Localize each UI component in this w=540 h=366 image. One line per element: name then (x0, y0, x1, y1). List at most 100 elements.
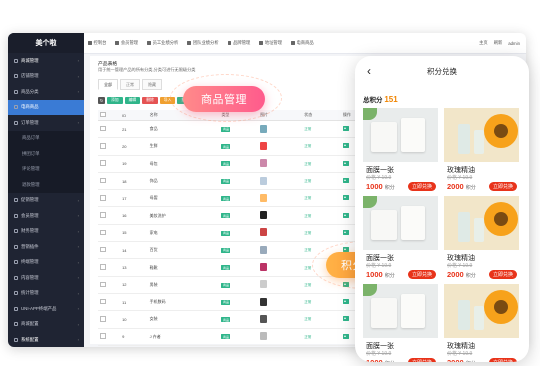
sidebar-item[interactable]: 系统配置 › (8, 332, 84, 347)
row-checkbox[interactable] (100, 212, 106, 218)
filter-tab[interactable]: 隐藏 (142, 79, 162, 90)
redeem-button[interactable]: 立即兑换 (488, 358, 517, 362)
row-checkbox-cell[interactable] (98, 328, 121, 346)
row-checkbox[interactable] (100, 160, 106, 166)
sidebar-item-label: 内容管理 (21, 274, 39, 280)
row-checkbox[interactable] (100, 177, 106, 184)
row-checkbox[interactable] (100, 316, 106, 322)
top-nav-item[interactable]: 团队业绩分析 (187, 40, 219, 46)
row-checkbox[interactable] (100, 333, 106, 339)
reward-points: 1000积分 (366, 358, 395, 362)
reward-card[interactable]: 面膜一张价格 ¥ 19.91000积分立即兑换 (363, 108, 438, 194)
top-nav-item[interactable]: 品牌管理 (227, 40, 250, 46)
row-checkbox[interactable] (100, 281, 106, 288)
top-nav-item[interactable]: 地址管理 (259, 40, 282, 46)
row-checkbox-cell[interactable] (98, 172, 121, 191)
sidebar-item[interactable]: 商城管理 › (8, 53, 84, 69)
edit-button[interactable] (342, 229, 349, 235)
sidebar-item[interactable]: 内容管理 › (8, 270, 84, 286)
sidebar-item[interactable]: 电商商品 (8, 99, 84, 115)
row-checkbox-cell[interactable] (98, 206, 121, 225)
top-nav-item[interactable]: 会员管理 (115, 40, 138, 46)
edit-button[interactable] (342, 299, 349, 305)
cell-type: 商品 (219, 328, 259, 346)
toolbar-button[interactable]: 添加 (107, 97, 123, 104)
cell-name: 百货 (147, 241, 220, 260)
sidebar-item[interactable]: 财务管理 › (8, 224, 84, 240)
row-checkbox-cell[interactable] (98, 137, 121, 156)
row-checkbox[interactable] (100, 143, 106, 149)
sidebar-item[interactable]: 拼团订单 (8, 146, 84, 162)
filter-tab[interactable]: 正常 (120, 79, 140, 90)
select-all-checkbox[interactable] (100, 111, 106, 118)
top-nav-item[interactable]: 电商商品 (291, 40, 314, 46)
reward-card[interactable]: 玫瑰精油价格 ¥ 19.92000积分立即兑换 (444, 108, 519, 194)
edit-button[interactable] (342, 195, 349, 201)
row-checkbox-cell[interactable] (98, 293, 121, 312)
user-menu[interactable]: admin (508, 41, 520, 46)
sidebar-item[interactable]: 促销管理 › (8, 193, 84, 209)
sidebar-item[interactable]: 终端管理 › (8, 255, 84, 271)
row-checkbox-cell[interactable] (98, 189, 121, 208)
row-checkbox[interactable] (100, 264, 106, 270)
row-checkbox[interactable] (100, 125, 106, 132)
edit-button[interactable] (342, 126, 349, 132)
edit-button[interactable] (342, 178, 349, 184)
top-nav-item[interactable]: 员工业绩分析 (147, 40, 178, 46)
cell-status: 正常 (302, 120, 341, 139)
edit-button[interactable] (342, 143, 349, 149)
reward-card[interactable]: 面膜一张价格 ¥ 19.91000积分立即兑换 (363, 196, 438, 282)
column-header[interactable] (98, 110, 121, 121)
row-checkbox-cell[interactable] (98, 224, 121, 243)
sidebar-item[interactable]: 商品分类 › (8, 84, 84, 100)
row-checkbox-cell[interactable] (98, 276, 121, 294)
filter-tab[interactable]: 全部 (98, 79, 118, 90)
sidebar-item[interactable]: 统计管理 › (8, 286, 84, 302)
home-link[interactable]: 主页 (479, 40, 488, 46)
redeem-button[interactable]: 立即兑换 (488, 182, 517, 191)
cell-image (258, 328, 303, 346)
row-checkbox-cell[interactable] (98, 310, 121, 329)
refresh-button[interactable]: ↻ (98, 97, 105, 104)
phone-mockup: ‹ 积分兑换 总积分 151 面膜一张 价格 ¥ 19.9 1000 积分 立即兑换 玫瑰… (355, 56, 529, 362)
cell-status: 正常 (302, 293, 341, 312)
row-checkbox[interactable] (100, 195, 106, 201)
sidebar-item[interactable]: 评论管理 (8, 161, 84, 177)
reward-card[interactable]: 面膜一张价格 ¥ 19.91000积分立即兑换 (363, 284, 438, 362)
edit-button[interactable] (342, 333, 349, 339)
edit-button[interactable] (342, 160, 349, 166)
row-checkbox-cell[interactable] (98, 258, 121, 277)
edit-button[interactable] (342, 212, 349, 218)
sidebar-item[interactable]: 商品订单 (8, 130, 84, 146)
row-checkbox-cell[interactable] (98, 241, 121, 260)
toolbar-button[interactable]: 编辑 (124, 97, 141, 104)
sidebar-item[interactable]: 退款管理 (8, 177, 84, 193)
row-checkbox-cell[interactable] (98, 120, 121, 139)
reward-card[interactable]: 玫瑰精油价格 ¥ 19.92000积分立即兑换 (444, 284, 519, 362)
top-nav-item[interactable]: 控制台 (88, 40, 106, 46)
toolbar-button[interactable]: 删除 (142, 97, 158, 104)
edit-button[interactable] (342, 316, 349, 322)
redeem-button[interactable]: 立即兑换 (488, 270, 517, 279)
sidebar-item[interactable]: 会员管理 › (8, 208, 84, 224)
sidebar-item[interactable]: 营销插件 › (8, 239, 84, 255)
refresh-link[interactable]: 刷新 (494, 40, 503, 46)
redeem-button[interactable]: 立即兑换 (407, 182, 436, 191)
redeem-button[interactable]: 立即兑换 (407, 358, 436, 362)
reward-card[interactable]: 玫瑰精油价格 ¥ 19.92000积分立即兑换 (444, 196, 519, 282)
chevron-right-icon: › (77, 306, 79, 312)
row-checkbox[interactable] (100, 298, 106, 305)
total-points-value: 151 (384, 95, 398, 104)
row-checkbox[interactable] (100, 229, 106, 236)
row-checkbox-cell[interactable] (98, 155, 121, 173)
top-nav-label: 控制台 (93, 40, 107, 45)
redeem-button[interactable]: 立即兑换 (407, 270, 436, 279)
sidebar-item[interactable]: 订单管理 › (8, 115, 84, 131)
sidebar-item-label: 营销插件 (21, 243, 39, 249)
row-checkbox[interactable] (100, 246, 106, 253)
sidebar-item[interactable]: 商城配置 › (8, 317, 84, 333)
sidebar-item[interactable]: UNI-APP终端产品 › (8, 301, 84, 317)
nav-icon (147, 41, 151, 45)
menu-icon (14, 337, 18, 342)
sidebar-item[interactable]: 店铺管理 › (8, 69, 84, 85)
